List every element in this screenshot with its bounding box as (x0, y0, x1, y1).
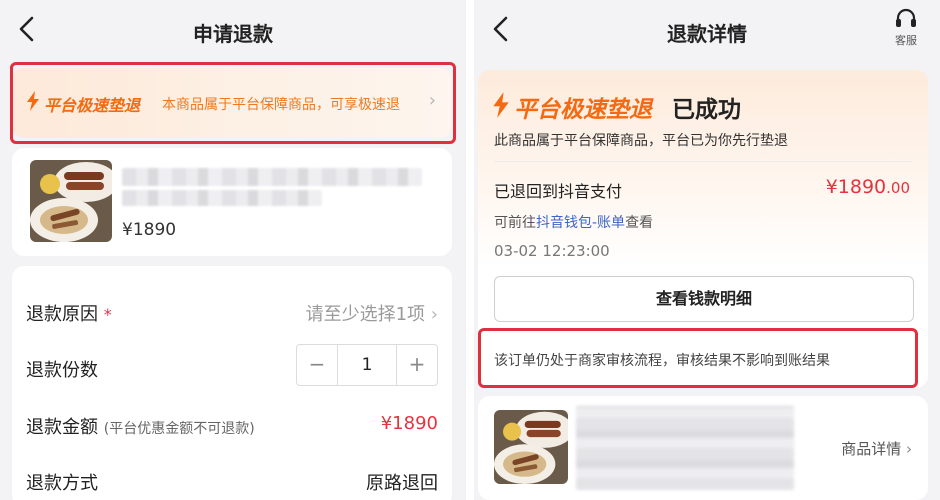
merchant-review-notice: 该订单仍处于商家审核流程，审核结果不影响到账结果 (494, 353, 830, 369)
lightning-icon (26, 91, 40, 115)
link-suffix: 查看 (625, 215, 654, 231)
lightning-icon (492, 92, 510, 122)
refund-status-card: 平台极速垫退 已成功 此商品属于平台保障商品，平台已为你先行垫退 已退回到抖音支… (478, 70, 928, 388)
refund-amount-note: (平台优惠金额不可退款) (103, 421, 255, 437)
product-details-text: 商品详情 (841, 440, 902, 458)
customer-service-button[interactable]: 客服 (886, 8, 926, 54)
refund-amount-row: 退款金额 (平台优惠金额不可退款) ¥1890 (26, 409, 438, 439)
refund-reason-text: 退款原因 (26, 304, 98, 325)
refund-amount-text: 退款金额 (26, 417, 98, 438)
product-thumbnail (494, 410, 568, 484)
refund-amount-main: ¥1890 (825, 176, 887, 198)
refund-detail-screen: 退款详情 客服 平台极速垫退 已成功 此商品属于平台保障商品，平台已为你先行垫退… (474, 0, 940, 500)
page-title: 退款详情 (667, 22, 747, 46)
increment-button[interactable]: + (397, 345, 437, 385)
refund-quantity-label: 退款份数 (26, 360, 98, 381)
wallet-bill-link[interactable]: 抖音钱包-账单 (536, 215, 625, 231)
product-details-link[interactable]: 商品详情 › (841, 438, 912, 459)
quantity-stepper[interactable]: − 1 + (296, 344, 438, 386)
refund-status: 已成功 (672, 97, 741, 123)
fast-refund-banner[interactable]: 平台极速垫退 本商品属于平台保障商品，可享极速退 › (12, 68, 452, 138)
refund-timestamp: 03-02 12:23:00 (494, 242, 610, 260)
refund-amount: ¥1890.00 (826, 176, 910, 198)
refund-form: 退款原因 * 请至少选择1项 › 退款份数 − 1 + 退款金额 (平台优惠金额… (12, 266, 452, 500)
chevron-right-icon: › (906, 440, 912, 458)
view-funds-detail-button[interactable]: 查看钱款明细 (494, 276, 914, 322)
refund-amount-decimal: .00 (886, 179, 910, 197)
refund-method-row: 退款方式 原路退回 (26, 465, 438, 495)
status-brand: 平台极速垫退 (514, 97, 652, 123)
service-label: 客服 (895, 34, 917, 47)
refund-quantity-row: 退款份数 − 1 + (26, 344, 438, 386)
divider (494, 161, 912, 162)
chevron-right-icon: › (430, 304, 438, 325)
reason-placeholder: 请至少选择1项 (305, 304, 426, 325)
refund-amount-value: ¥1890 (380, 413, 438, 434)
refund-destination: 已退回到抖音支付 (494, 182, 623, 201)
refund-method-label: 退款方式 (26, 473, 98, 494)
refund-request-screen: 申请退款 平台极速垫退 本商品属于平台保障商品，可享极速退 › ¥1890 退款… (0, 0, 466, 500)
nav-bar: 申请退款 (0, 0, 466, 62)
blurred-product-spec (122, 190, 322, 206)
banner-brand: 平台极速垫退 (44, 96, 141, 115)
product-price: ¥1890 (122, 220, 177, 240)
product-card[interactable]: ¥1890 (12, 148, 452, 256)
wallet-link-text: 可前往抖音钱包-账单查看 (494, 212, 653, 232)
page-title: 申请退款 (193, 22, 273, 46)
chevron-right-icon: › (428, 90, 436, 111)
refund-amount-label: 退款金额 (平台优惠金额不可退款) (26, 413, 255, 439)
link-prefix: 可前往 (494, 215, 536, 231)
decrement-button[interactable]: − (297, 345, 337, 385)
refund-reason-select[interactable]: 请至少选择1项 › (306, 300, 438, 326)
nav-bar: 退款详情 客服 (474, 0, 940, 62)
blurred-product-title (122, 168, 422, 186)
guarantee-notice: 此商品属于平台保障商品，平台已为你先行垫退 (494, 133, 788, 149)
blurred-product-info (576, 406, 794, 490)
quantity-value[interactable]: 1 (337, 345, 397, 385)
product-card[interactable]: 商品详情 › (478, 396, 928, 500)
refund-reason-row[interactable]: 退款原因 * 请至少选择1项 › (26, 296, 438, 326)
refund-method-value: 原路退回 (366, 473, 438, 494)
banner-description: 本商品属于平台保障商品，可享极速退 (162, 97, 400, 113)
required-mark: * (103, 305, 112, 324)
headset-icon (896, 8, 916, 27)
refund-reason-label: 退款原因 * (26, 300, 112, 326)
product-thumbnail (30, 160, 112, 242)
